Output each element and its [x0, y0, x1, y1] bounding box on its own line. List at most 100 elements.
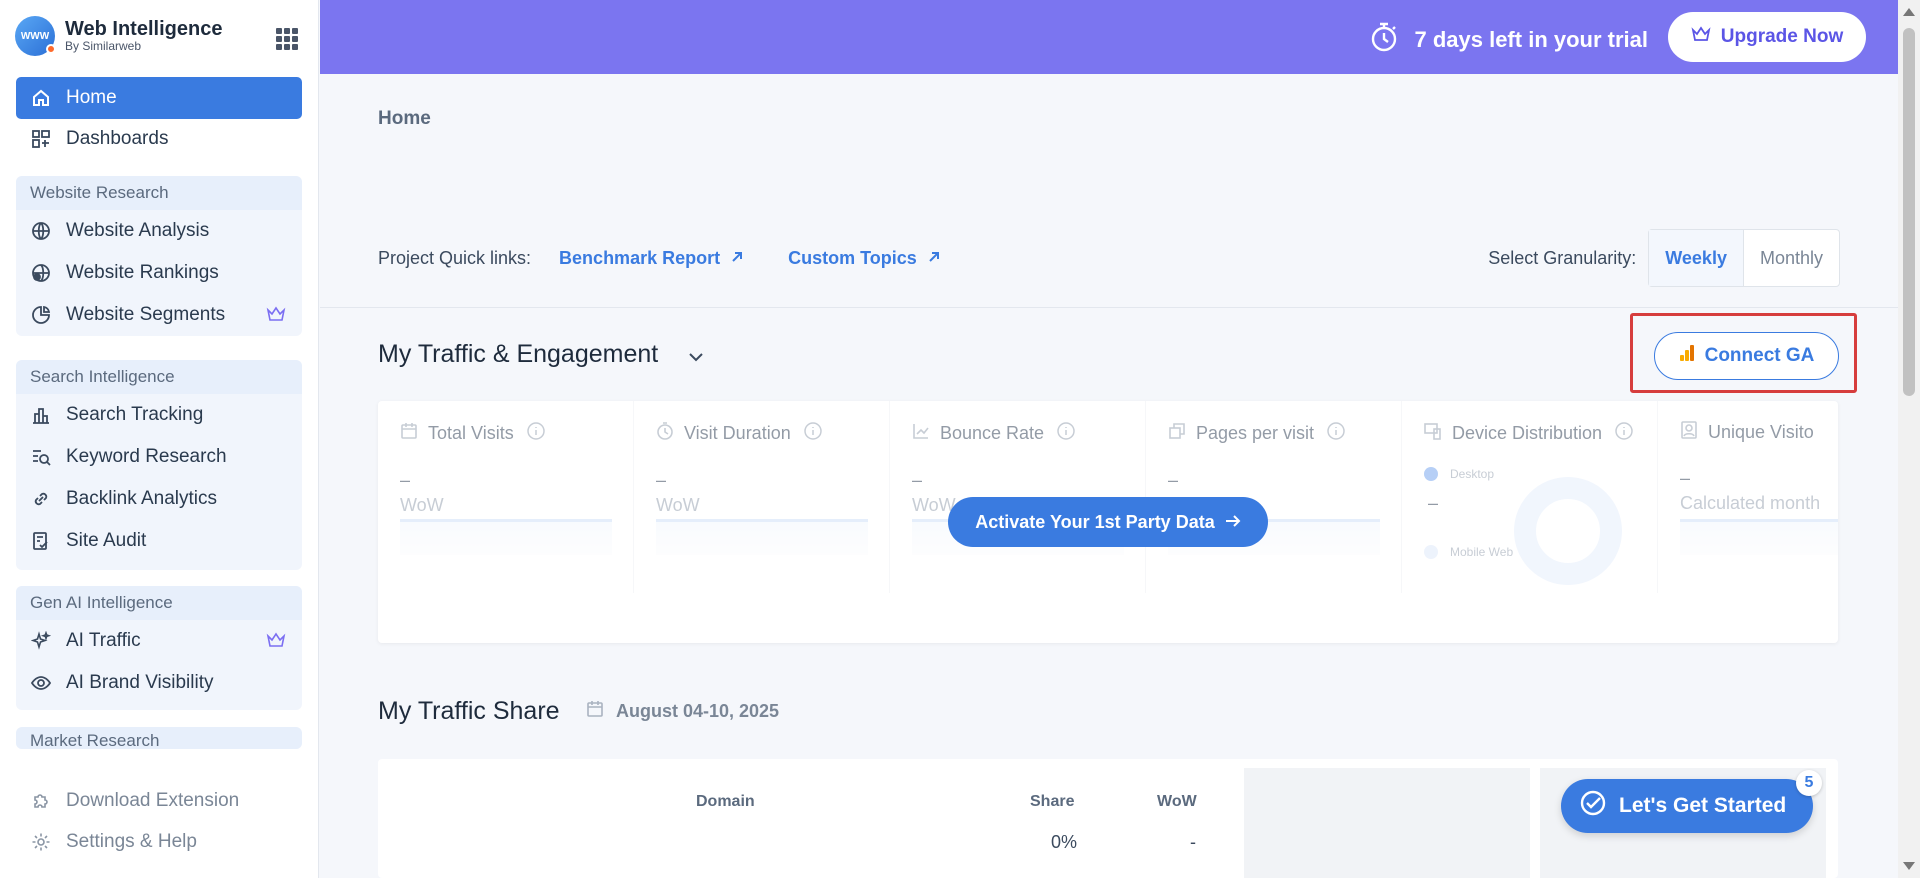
brand-title: Web Intelligence	[65, 18, 223, 41]
traffic-engagement-title[interactable]: My Traffic & Engagement	[378, 340, 704, 369]
connect-ga-label: Connect GA	[1704, 345, 1815, 366]
traffic-engagement-label: My Traffic & Engagement	[378, 340, 659, 368]
sidebar-item-ai-traffic[interactable]: AI Traffic	[16, 620, 302, 662]
upgrade-now-button[interactable]: Upgrade Now	[1668, 12, 1866, 62]
section-search-intelligence: Search Intelligence Search Tracking Keyw…	[16, 360, 302, 570]
granularity-label: Select Granularity:	[1488, 247, 1637, 268]
scroll-down-arrow[interactable]	[1903, 862, 1915, 870]
download-extension-label: Download Extension	[66, 790, 240, 811]
lets-get-started-label: Let's Get Started	[1619, 794, 1787, 817]
breadcrumb: Home	[378, 108, 431, 129]
sidebar-item-site-audit[interactable]: Site Audit	[16, 520, 302, 562]
gear-icon	[30, 831, 52, 853]
sidebar-item-website-analysis[interactable]: Website Analysis	[16, 210, 302, 252]
section-market-research: Market Research	[16, 727, 302, 749]
column-header-wow: WoW	[1157, 793, 1197, 810]
sidebar-item-label: Website Analysis	[66, 220, 210, 241]
sidebar-item-backlink-analytics[interactable]: Backlink Analytics	[16, 478, 302, 520]
download-extension-link[interactable]: Download Extension	[16, 783, 302, 819]
link-label: Custom Topics	[788, 248, 917, 268]
trial-notice: 7 days left in your trial	[1370, 22, 1648, 58]
brand-logo-text: WWW	[20, 30, 50, 42]
settings-help-link[interactable]: Settings & Help	[16, 824, 302, 860]
eye-icon	[30, 672, 52, 694]
external-arrow-icon	[730, 248, 744, 269]
chevron-down-icon	[688, 340, 704, 369]
sidebar-item-label: Dashboards	[66, 128, 169, 149]
sidebar-item-label: Home	[66, 87, 117, 108]
divider	[320, 307, 1898, 308]
brand-subtitle: By Similarweb	[65, 39, 142, 54]
stopwatch-icon	[1370, 22, 1398, 58]
sidebar-item-website-rankings[interactable]: Website Rankings	[16, 252, 302, 294]
scroll-thumb[interactable]	[1903, 28, 1915, 396]
connect-ga-button[interactable]: Connect GA	[1654, 332, 1839, 380]
quick-links-label: Project Quick links:	[378, 248, 532, 268]
globe-icon	[30, 220, 52, 242]
keyword-search-icon	[30, 446, 52, 468]
section-gen-ai-intelligence: Gen AI Intelligence AI Traffic AI Brand …	[16, 586, 302, 710]
puzzle-icon	[30, 790, 52, 812]
sidebar: WWW Web Intelligence By Similarweb Home …	[0, 0, 319, 878]
section-title: Website Research	[16, 176, 302, 210]
check-badge-icon	[1579, 789, 1607, 823]
upgrade-now-label: Upgrade Now	[1720, 26, 1844, 47]
trial-banner: 7 days left in your trial Upgrade Now	[320, 0, 1898, 74]
settings-help-label: Settings & Help	[66, 831, 197, 852]
crown-icon	[266, 305, 286, 329]
custom-topics-link[interactable]: Custom Topics	[788, 248, 941, 269]
sidebar-item-label: Backlink Analytics	[66, 488, 218, 509]
section-website-research: Website Research Website Analysis Websit…	[16, 176, 302, 336]
sidebar-item-search-tracking[interactable]: Search Tracking	[16, 394, 302, 436]
granularity-monthly-option[interactable]: Monthly	[1744, 230, 1839, 286]
sidebar-item-label: AI Traffic	[66, 630, 141, 651]
link-label: Benchmark Report	[559, 248, 721, 268]
benchmark-report-link[interactable]: Benchmark Report	[559, 248, 744, 269]
sidebar-item-website-segments[interactable]: Website Segments	[16, 294, 302, 336]
link-icon	[30, 488, 52, 510]
audit-icon	[30, 530, 52, 552]
sidebar-item-keyword-research[interactable]: Keyword Research	[16, 436, 302, 478]
share-value: 0%	[1051, 832, 1078, 852]
crown-icon	[266, 631, 286, 655]
granularity-weekly-option[interactable]: Weekly	[1649, 230, 1744, 286]
wow-value: -	[1190, 832, 1196, 852]
sidebar-item-ai-brand-visibility[interactable]: AI Brand Visibility	[16, 662, 302, 704]
section-title: Search Intelligence	[16, 360, 302, 394]
sidebar-item-label: AI Brand Visibility	[66, 672, 214, 693]
activate-first-party-data-button[interactable]: Activate Your 1st Party Data	[948, 497, 1268, 547]
lets-get-started-button[interactable]: Let's Get Started	[1561, 779, 1813, 833]
external-arrow-icon	[927, 248, 941, 269]
apps-grid-icon[interactable]	[276, 28, 298, 50]
scrollbar[interactable]	[1898, 0, 1920, 878]
sidebar-item-label: Website Segments	[66, 304, 226, 325]
bar-chart-icon	[30, 404, 52, 426]
activate-label: Activate Your 1st Party Data	[975, 511, 1215, 532]
section-title: Gen AI Intelligence	[16, 586, 302, 620]
column-header-share: Share	[1030, 793, 1075, 810]
section-title: Market Research	[16, 727, 302, 749]
share-date-range[interactable]: August 04-10, 2025	[586, 700, 779, 723]
google-analytics-icon	[1679, 344, 1695, 368]
sidebar-item-label: Site Audit	[66, 530, 147, 551]
sidebar-item-label: Search Tracking	[66, 404, 204, 425]
project-quick-links: Project Quick links: Benchmark Report Cu…	[378, 248, 941, 269]
sidebar-item-label: Keyword Research	[66, 446, 227, 467]
globe-rank-icon	[30, 262, 52, 284]
notification-count-badge: 5	[1796, 770, 1822, 796]
column-header-domain: Domain	[696, 793, 755, 810]
crown-icon	[1691, 25, 1711, 49]
traffic-share-label: My Traffic Share	[378, 697, 560, 725]
granularity-toggle: Weekly Monthly	[1648, 229, 1840, 287]
connect-ga-highlight: Connect GA	[1630, 313, 1857, 393]
traffic-share-title: My Traffic Share	[378, 697, 560, 726]
sidebar-item-label: Website Rankings	[66, 262, 219, 283]
share-date-label: August 04-10, 2025	[616, 701, 780, 721]
calendar-icon	[586, 700, 604, 723]
brand[interactable]: WWW Web Intelligence By Similarweb	[15, 16, 222, 56]
sidebar-item-dashboards[interactable]: Dashboards	[16, 118, 302, 160]
sidebar-item-home[interactable]: Home	[16, 77, 302, 119]
chart-placeholder	[1244, 768, 1530, 878]
sparkle-icon	[30, 630, 52, 652]
scroll-up-arrow[interactable]	[1903, 8, 1915, 16]
